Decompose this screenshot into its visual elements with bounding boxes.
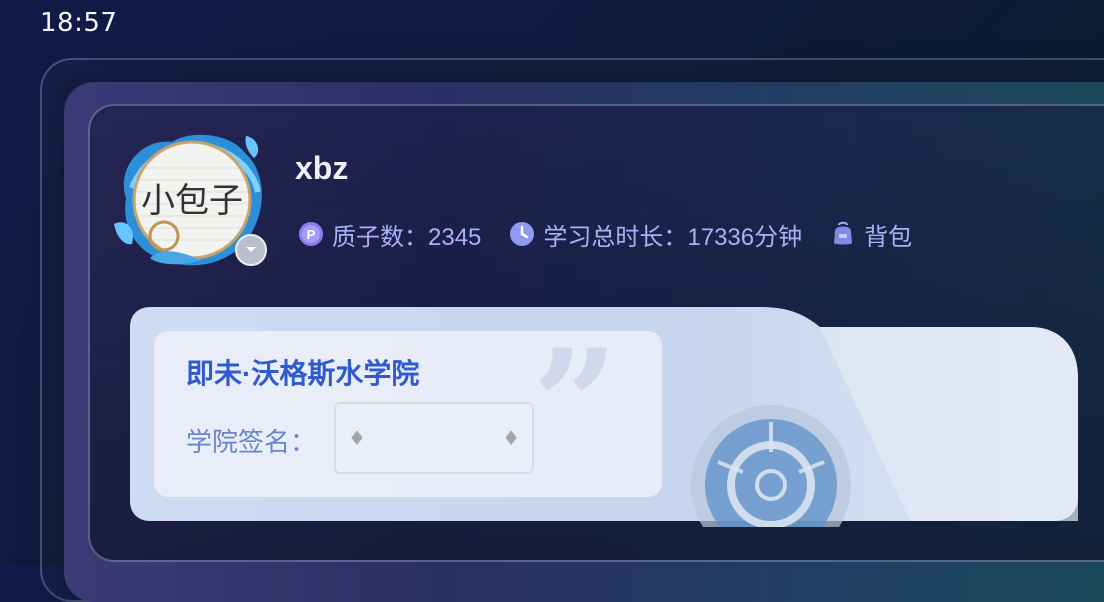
diamond-right-icon: ♦ (502, 426, 520, 450)
signature-select[interactable]: ♦ ♦ (334, 402, 534, 474)
clock-icon (510, 222, 535, 246)
avatar-dropdown-badge[interactable] (235, 234, 267, 266)
backpack-icon (834, 221, 853, 245)
chevron-down-icon (246, 247, 256, 252)
svg-text:P: P (307, 227, 316, 242)
stat-proton[interactable]: P 质子数：2345 (298, 217, 481, 252)
stat-backpack[interactable]: 背包 (830, 217, 912, 252)
stat-proton-label: 质子数：2345 (332, 223, 482, 251)
college-emblem (688, 402, 854, 527)
college-crest-icon (691, 405, 851, 527)
stat-study-time-label: 学习总时长：17336分钟 (543, 223, 803, 251)
quote-mark-icon: ” (532, 317, 619, 493)
proton-coin-icon: P (299, 222, 323, 246)
signature-label: 学院签名： (186, 427, 317, 457)
username: xbz (295, 150, 349, 186)
stats-row: P 质子数：2345 学习总时长：17336分钟 背包 (298, 214, 940, 254)
stat-study-time[interactable]: 学习总时长：17336分钟 (509, 217, 802, 252)
avatar-handwriting: 小包子 (141, 182, 243, 220)
diamond-left-icon: ♦ (348, 426, 366, 450)
college-name: 即未·沃格斯水学院 (186, 358, 420, 389)
status-bar-time: 18:57 (40, 8, 118, 38)
stat-backpack-label: 背包 (864, 223, 913, 251)
